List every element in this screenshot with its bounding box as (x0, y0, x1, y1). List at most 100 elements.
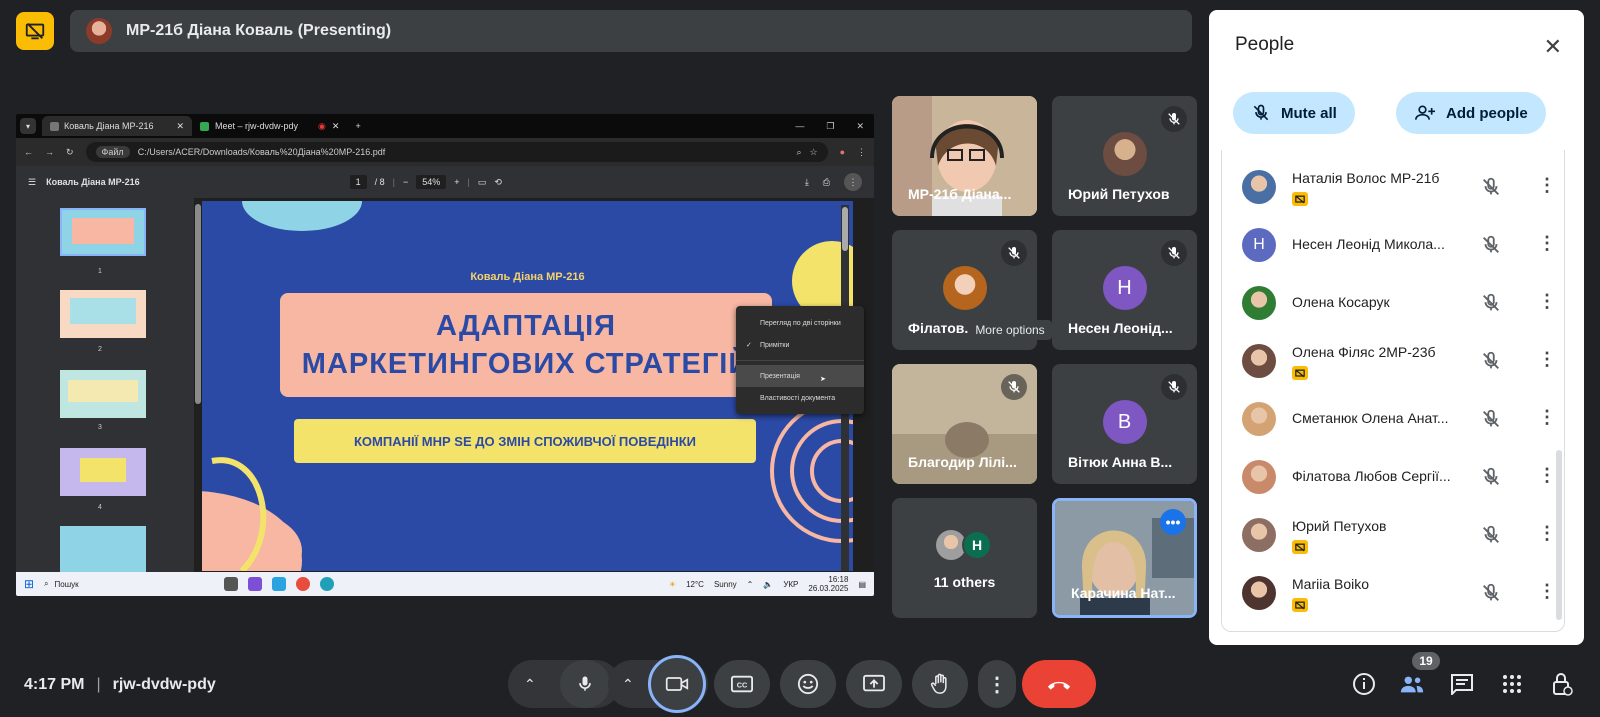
stop-presenting-icon[interactable] (16, 12, 54, 50)
people-list-item[interactable]: Mariia Boiko ⋮ (1222, 564, 1564, 622)
person-more-icon[interactable]: ⋮ (1538, 580, 1556, 602)
participant-tile[interactable]: Н Несен Леонід... (1052, 230, 1197, 350)
participant-tile-self[interactable]: ••• Карачина Нат... (1052, 498, 1197, 618)
meeting-details-button[interactable] (1350, 670, 1378, 698)
activities-button[interactable] (1498, 670, 1526, 698)
camera-button[interactable] (648, 655, 706, 713)
mic-off-icon[interactable] (1480, 350, 1502, 377)
mic-off-icon[interactable] (1480, 524, 1502, 551)
people-list-item[interactable]: Олена Косарук ⋮ (1222, 274, 1564, 332)
people-list-item[interactable]: Юрий Петухов ⋮ (1222, 506, 1564, 564)
people-list-item[interactable]: Сметанюк Олена Анат... ⋮ (1222, 390, 1564, 448)
extension-icon[interactable]: ● (840, 147, 845, 157)
browser-menu-icon[interactable]: ⋮ (857, 147, 866, 158)
menu-item-annotations[interactable]: ✓ Примітки (736, 334, 864, 356)
participant-tile[interactable]: Благодир Лілі... (892, 364, 1037, 484)
participant-tile[interactable]: МР-21б Діана... (892, 96, 1037, 216)
back-icon[interactable]: ← (24, 147, 33, 157)
viber-icon[interactable] (248, 577, 263, 591)
zoom-out-icon[interactable]: − (403, 177, 408, 187)
address-bar[interactable]: Файл C:/Users/ACER/Downloads/Коваль%20Ді… (85, 142, 828, 162)
edge-icon[interactable] (320, 577, 335, 591)
bookmark-star-icon[interactable]: ☆ (809, 147, 817, 158)
minimize-icon[interactable]: — (795, 121, 804, 132)
page-input[interactable]: 1 (349, 175, 367, 189)
video-options-chevron-icon[interactable]: ⌃ (622, 676, 634, 693)
person-more-icon[interactable]: ⋮ (1538, 522, 1556, 544)
thumbnail-page[interactable] (60, 370, 146, 418)
fit-page-icon[interactable]: ▭ (478, 177, 487, 188)
telegram-icon[interactable] (272, 577, 287, 591)
notifications-icon[interactable]: ▤ (858, 580, 866, 589)
thumbnail-page[interactable] (60, 290, 146, 338)
person-more-icon[interactable]: ⋮ (1538, 464, 1556, 486)
mute-all-button[interactable]: Mute all (1233, 92, 1355, 134)
add-people-button[interactable]: Add people (1396, 92, 1546, 134)
mic-off-icon[interactable] (1480, 466, 1502, 493)
close-tab-icon[interactable]: ✕ (332, 121, 340, 132)
pdf-menu-icon[interactable]: ☰ (28, 177, 36, 188)
people-list-item[interactable]: Філатова Любов Сергії... ⋮ (1222, 448, 1564, 506)
browser-tab-pdf[interactable]: Коваль Діана МР-216 ✕ (42, 116, 192, 136)
host-controls-button[interactable] (1548, 670, 1576, 698)
microphone-button[interactable] (560, 660, 610, 708)
close-panel-icon[interactable]: ✕ (1544, 34, 1562, 60)
reactions-button[interactable] (780, 660, 836, 708)
zoom-value[interactable]: 54% (416, 175, 447, 189)
others-tile[interactable]: Н 11 others (892, 498, 1037, 618)
participant-tile[interactable]: Юрий Петухов (1052, 96, 1197, 216)
people-button[interactable] (1398, 670, 1426, 698)
reload-icon[interactable]: ↻ (66, 147, 74, 158)
mic-off-icon[interactable] (1480, 234, 1502, 261)
people-list-item[interactable]: Наталія Волос МР-21б ⋮ (1222, 158, 1564, 216)
people-list-item[interactable]: Н Несен Леонід Микола... ⋮ (1222, 216, 1564, 274)
tab-search-icon[interactable]: ▾ (20, 118, 36, 134)
windows-start-icon[interactable]: ⊞ (24, 577, 34, 591)
restore-icon[interactable]: ❐ (826, 121, 834, 132)
present-now-button[interactable] (846, 660, 902, 708)
mic-off-icon[interactable] (1480, 408, 1502, 435)
captions-button[interactable]: CC (714, 660, 770, 708)
chat-button[interactable] (1448, 670, 1476, 698)
mic-off-icon[interactable] (1480, 176, 1502, 203)
person-more-icon[interactable]: ⋮ (1538, 290, 1556, 312)
volume-icon[interactable]: 🔈 (763, 580, 773, 589)
taskbar-search[interactable]: ⌕ Пошук (44, 579, 214, 589)
download-icon[interactable]: ⤓ (805, 177, 809, 188)
participant-tile[interactable]: В Вітюк Анна В... (1052, 364, 1197, 484)
new-tab-button[interactable]: + (355, 121, 360, 131)
tray-overflow-icon[interactable]: ⌃ (747, 580, 754, 589)
person-more-icon[interactable]: ⋮ (1538, 406, 1556, 428)
thumbnail-page[interactable] (60, 526, 146, 574)
person-more-icon[interactable]: ⋮ (1538, 348, 1556, 370)
browser-tab-meet[interactable]: Meet – rjw-dvdw-pdy ◉ ✕ (192, 116, 347, 136)
task-view-icon[interactable] (224, 577, 239, 591)
rotate-icon[interactable]: ⟲ (494, 177, 502, 188)
audio-options-chevron-icon[interactable]: ⌃ (524, 676, 536, 693)
chrome-icon[interactable] (296, 577, 311, 591)
window-close-icon[interactable]: ✕ (856, 121, 864, 132)
people-list-item[interactable]: Олена Філяс 2МР-23б ⋮ (1222, 332, 1564, 390)
person-more-icon[interactable]: ⋮ (1538, 232, 1556, 254)
print-icon[interactable]: ⎙ (823, 177, 830, 188)
thumbnail-scrollbar[interactable] (194, 198, 202, 572)
menu-item-presentation[interactable]: Презентація ➤ (736, 365, 864, 387)
more-options-button[interactable]: ⋮ (978, 660, 1016, 708)
more-options-icon[interactable]: ••• (1160, 509, 1186, 535)
close-tab-icon[interactable]: ✕ (176, 121, 184, 132)
mic-off-icon[interactable] (1480, 292, 1502, 319)
leave-call-button[interactable] (1022, 660, 1096, 708)
taskbar-clock[interactable]: 16:18 26.03.2025 (808, 575, 848, 593)
language-indicator[interactable]: УКР (783, 580, 798, 589)
mic-off-icon[interactable] (1480, 582, 1502, 609)
thumbnail-page[interactable] (60, 208, 146, 256)
zoom-icon[interactable]: ⌕ (796, 147, 801, 158)
zoom-in-icon[interactable]: + (454, 177, 459, 187)
pdf-more-icon[interactable]: ⋮ (844, 173, 862, 191)
raise-hand-button[interactable] (912, 660, 968, 708)
person-more-icon[interactable]: ⋮ (1538, 174, 1556, 196)
thumbnail-page[interactable] (60, 448, 146, 496)
menu-item-properties[interactable]: Властивості документа (736, 387, 864, 409)
forward-icon[interactable]: → (45, 147, 54, 157)
menu-item-two-page[interactable]: Перегляд по дві сторінки (736, 312, 864, 334)
